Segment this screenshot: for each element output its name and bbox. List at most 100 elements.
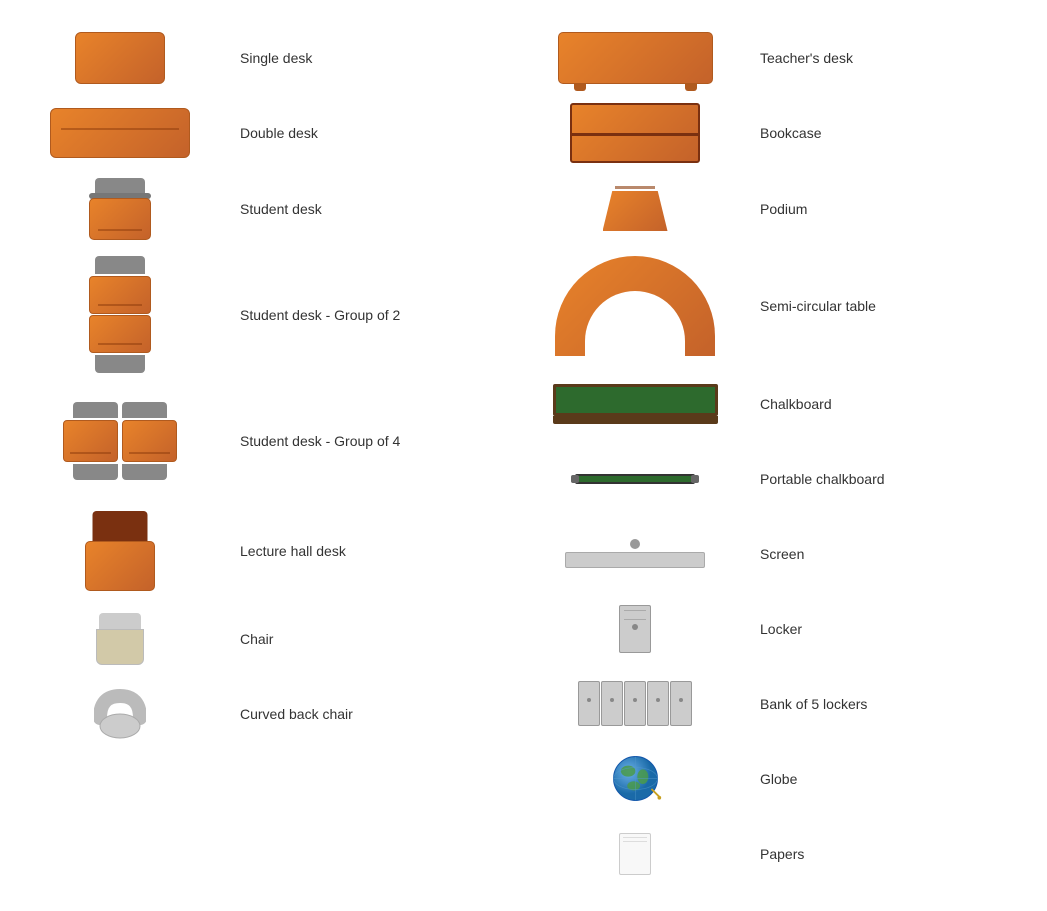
locker-shape <box>530 605 740 653</box>
globe-shape <box>530 751 740 806</box>
list-item: Papers <box>520 816 1047 891</box>
semi-outer-icon <box>555 256 715 356</box>
semi-inner-icon <box>585 291 685 356</box>
student-desk-shape <box>20 178 220 240</box>
list-item: Student desk <box>0 170 520 248</box>
list-item: Chalkboard <box>520 366 1047 441</box>
student-desk-group4-icon <box>63 402 177 480</box>
student-desk-label: Student desk <box>240 201 322 217</box>
single-desk-label: Single desk <box>240 50 312 66</box>
portable-chalkboard-label: Portable chalkboard <box>760 471 885 487</box>
list-item: Globe <box>520 741 1047 816</box>
locker-unit-icon <box>601 681 623 726</box>
papers-icon <box>619 833 651 875</box>
screen-label: Screen <box>760 546 804 562</box>
locker-vent-icon <box>624 610 646 620</box>
desks-icon <box>89 276 151 353</box>
list-item: Curved back chair <box>0 676 520 751</box>
desk-top-icon <box>89 198 151 240</box>
bank-lockers-icon <box>578 681 692 726</box>
bank-lockers-shape <box>530 681 740 726</box>
student-desk-group2-shape <box>20 256 220 373</box>
list-item: Student desk - Group of 2 <box>0 248 520 381</box>
curved-chair-label: Curved back chair <box>240 706 353 722</box>
podium-top-icon <box>603 191 668 231</box>
locker-unit-icon <box>624 681 646 726</box>
lecture-desk-label: Lecture hall desk <box>240 543 346 559</box>
chairs-top-row <box>73 402 167 418</box>
bookcase-shape <box>530 103 740 163</box>
list-item: Podium <box>520 171 1047 246</box>
screen-mount-icon <box>630 539 640 549</box>
portable-chalkboard-icon <box>575 474 695 484</box>
teachers-desk-label: Teacher's desk <box>760 50 853 66</box>
double-desk-label: Double desk <box>240 125 318 141</box>
desk-icon <box>63 420 118 462</box>
chair-back-icon <box>95 178 145 196</box>
chair-icon <box>96 613 144 665</box>
papers-label: Papers <box>760 846 804 862</box>
chair-icon <box>73 464 118 480</box>
podium-shape <box>530 186 740 231</box>
student-desk-group2-label: Student desk - Group of 2 <box>240 307 400 323</box>
chalkboard-icon <box>553 384 718 424</box>
lecture-desk-icon <box>75 511 165 591</box>
lecture-desk-top-icon <box>85 541 155 591</box>
student-desk-group2-icon <box>89 256 151 373</box>
chalkboard-shape <box>530 384 740 424</box>
bookcase-label: Bookcase <box>760 125 821 141</box>
chalk-tray-icon <box>553 416 718 424</box>
globe-icon <box>608 751 663 806</box>
chair-shape <box>20 613 220 665</box>
list-item: Teacher's desk <box>520 20 1047 95</box>
screen-body-icon <box>565 552 705 568</box>
list-item: Single desk <box>0 20 520 95</box>
chalkboard-label: Chalkboard <box>760 396 832 412</box>
curved-chair-shape <box>20 688 220 740</box>
single-desk-icon <box>75 32 165 84</box>
single-desk-shape <box>20 32 220 84</box>
list-item: Screen <box>520 516 1047 591</box>
chalkboard-surface-icon <box>553 384 718 416</box>
podium-label: Podium <box>760 201 807 217</box>
list-item: Portable chalkboard <box>520 441 1047 516</box>
double-desk-shape <box>20 108 220 158</box>
locker-unit-icon <box>647 681 669 726</box>
bank-lockers-label: Bank of 5 lockers <box>760 696 867 712</box>
curved-chair-svg <box>94 688 146 740</box>
chair-icon <box>122 402 167 418</box>
chair-icon <box>122 464 167 480</box>
globe-label: Globe <box>760 771 797 787</box>
chair-back-icon <box>99 613 141 629</box>
semi-circular-label: Semi-circular table <box>760 298 876 314</box>
right-column: Teacher's desk Bookcase Podium <box>520 20 1047 891</box>
list-item: Bank of 5 lockers <box>520 666 1047 741</box>
papers-shape <box>530 833 740 875</box>
chair-bottom-icon <box>95 355 145 373</box>
locker-icon <box>619 605 651 653</box>
chair-top-icon <box>95 256 145 274</box>
student-desk-group4-shape <box>20 402 220 480</box>
list-item: Locker <box>520 591 1047 666</box>
chair-label: Chair <box>240 631 273 647</box>
student-desk-icon <box>89 178 151 240</box>
list-item: Bookcase <box>520 95 1047 171</box>
left-column: Single desk Double desk Student desk <box>0 20 520 891</box>
semi-circular-shape <box>530 256 740 356</box>
chair-seat-icon <box>96 629 144 665</box>
podium-icon <box>603 186 668 231</box>
locker-unit-icon <box>670 681 692 726</box>
double-desk-icon <box>50 108 190 158</box>
teachers-desk-icon <box>558 32 713 84</box>
semi-circular-icon <box>555 256 715 356</box>
bookcase-icon <box>570 103 700 163</box>
desk-unit-icon <box>89 315 151 353</box>
list-item: Lecture hall desk <box>0 501 520 601</box>
desks-row <box>63 420 177 462</box>
student-desk-group4-label: Student desk - Group of 4 <box>240 433 400 449</box>
list-item: Chair <box>0 601 520 676</box>
teachers-desk-shape <box>530 32 740 84</box>
portable-chalkboard-shape <box>530 474 740 484</box>
list-item: Student desk - Group of 4 <box>0 381 520 501</box>
curved-chair-icon <box>94 688 146 740</box>
